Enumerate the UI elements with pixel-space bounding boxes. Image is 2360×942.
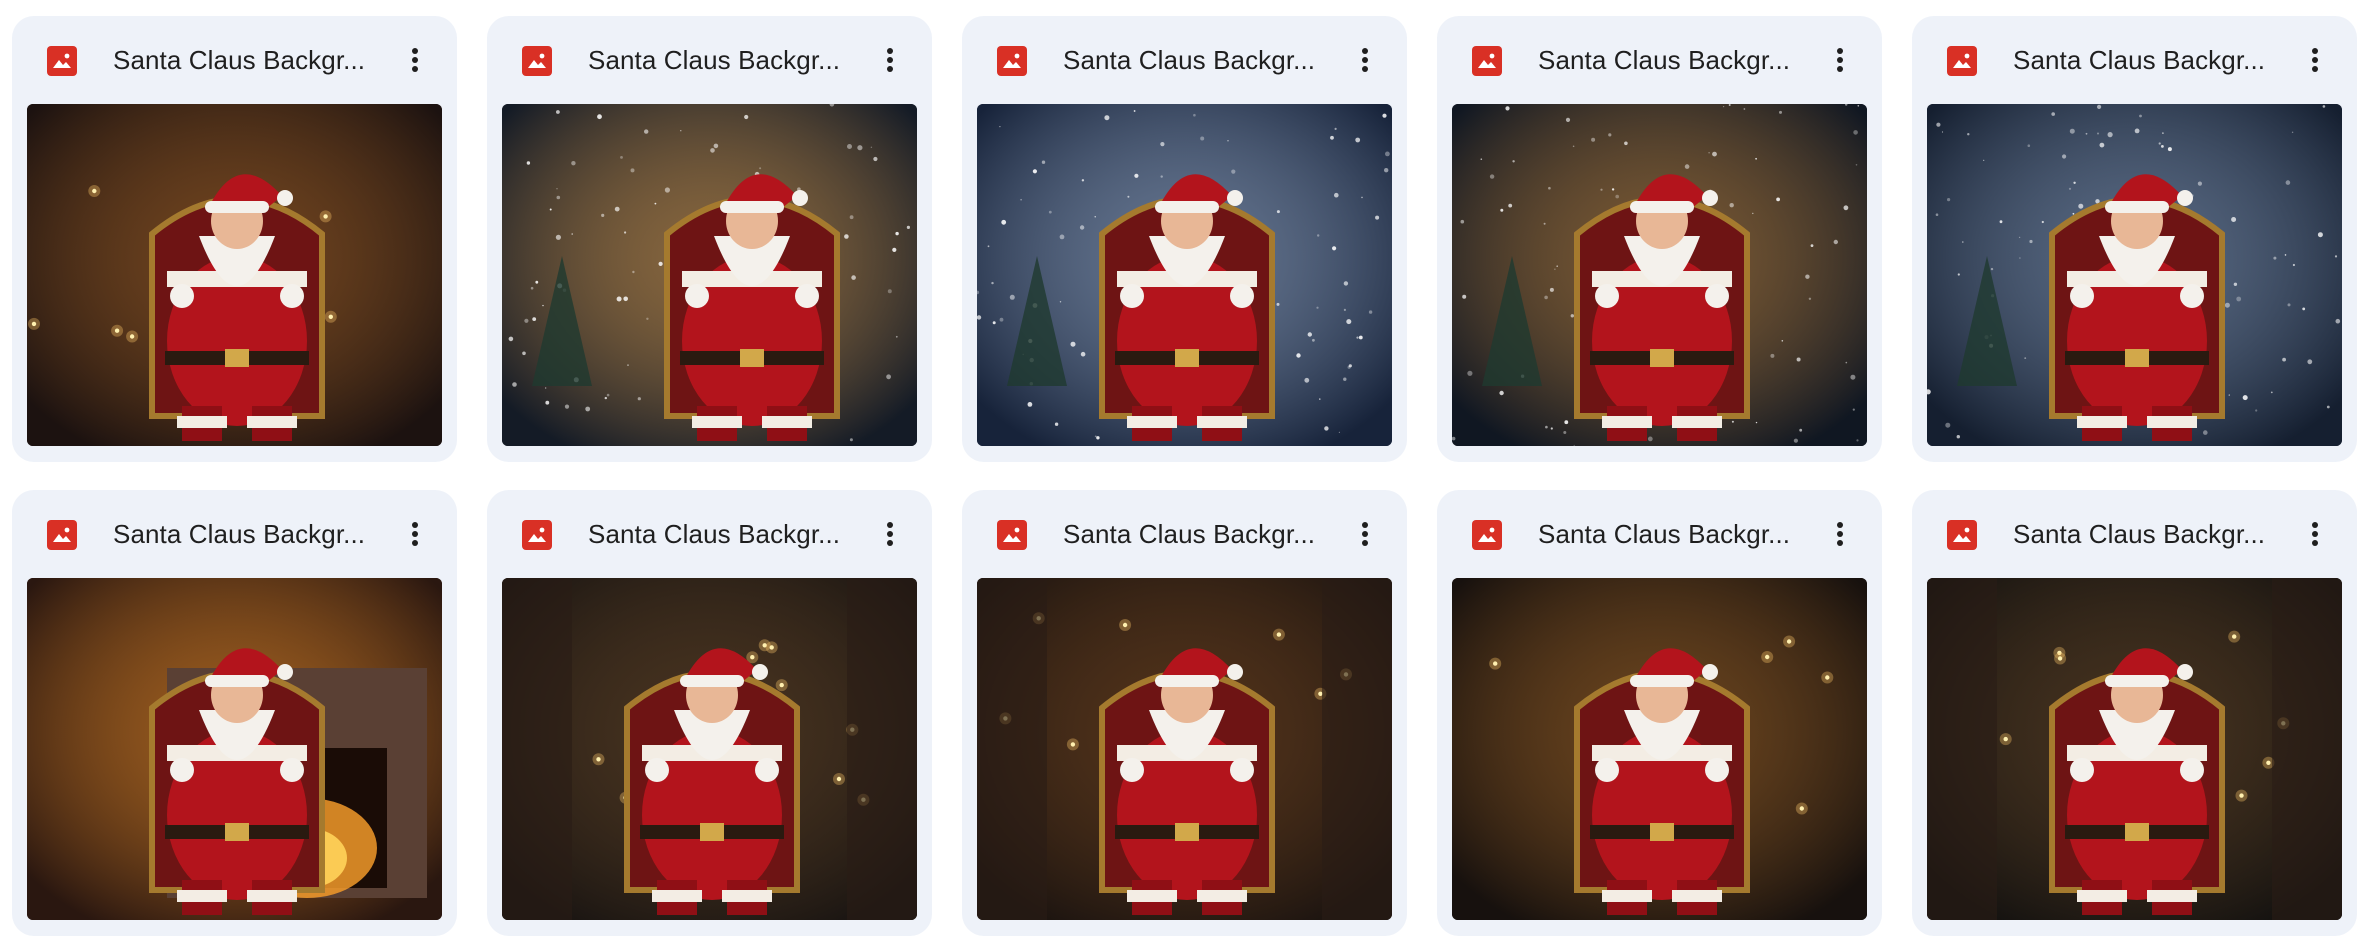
file-grid: Santa Claus Backgr... Santa Claus Backgr… [12, 16, 2357, 936]
file-name[interactable]: Santa Claus Backgr... [2013, 490, 2283, 578]
file-name[interactable]: Santa Claus Backgr... [588, 490, 858, 578]
file-name[interactable]: Santa Claus Backgr... [1538, 16, 1808, 104]
image-thumbnail[interactable] [1452, 578, 1867, 920]
more-vert-icon[interactable] [868, 512, 912, 556]
more-vert-icon[interactable] [868, 38, 912, 82]
file-card-header: Santa Claus Backgr... [487, 16, 932, 104]
file-name[interactable]: Santa Claus Backgr... [1538, 490, 1808, 578]
image-file-icon [1472, 520, 1502, 550]
image-file-icon [522, 46, 552, 76]
file-card-header: Santa Claus Backgr... [962, 490, 1407, 578]
file-card[interactable]: Santa Claus Backgr... [487, 16, 932, 462]
image-thumbnail[interactable] [1927, 578, 2342, 920]
image-file-icon [1947, 520, 1977, 550]
more-vert-icon[interactable] [1343, 38, 1387, 82]
file-card[interactable]: Santa Claus Backgr... [1912, 490, 2357, 936]
image-thumbnail[interactable] [1927, 104, 2342, 446]
more-vert-icon[interactable] [1818, 38, 1862, 82]
file-card[interactable]: Santa Claus Backgr... [12, 490, 457, 936]
file-card-header: Santa Claus Backgr... [12, 16, 457, 104]
image-file-icon [1947, 46, 1977, 76]
image-file-icon [47, 46, 77, 76]
file-card[interactable]: Santa Claus Backgr... [962, 490, 1407, 936]
image-thumbnail[interactable] [977, 578, 1392, 920]
file-card[interactable]: Santa Claus Backgr... [1912, 16, 2357, 462]
file-name[interactable]: Santa Claus Backgr... [2013, 16, 2283, 104]
file-card-header: Santa Claus Backgr... [487, 490, 932, 578]
image-thumbnail[interactable] [502, 104, 917, 446]
file-card-header: Santa Claus Backgr... [12, 490, 457, 578]
image-thumbnail[interactable] [27, 104, 442, 446]
more-vert-icon[interactable] [2293, 38, 2337, 82]
image-thumbnail[interactable] [977, 104, 1392, 446]
file-card[interactable]: Santa Claus Backgr... [12, 16, 457, 462]
image-file-icon [997, 46, 1027, 76]
file-name[interactable]: Santa Claus Backgr... [1063, 490, 1333, 578]
file-card-header: Santa Claus Backgr... [1437, 16, 1882, 104]
file-card-header: Santa Claus Backgr... [962, 16, 1407, 104]
file-card-header: Santa Claus Backgr... [1912, 490, 2357, 578]
image-thumbnail[interactable] [502, 578, 917, 920]
file-card[interactable]: Santa Claus Backgr... [962, 16, 1407, 462]
file-card-header: Santa Claus Backgr... [1437, 490, 1882, 578]
file-name[interactable]: Santa Claus Backgr... [588, 16, 858, 104]
image-file-icon [522, 520, 552, 550]
more-vert-icon[interactable] [2293, 512, 2337, 556]
image-file-icon [997, 520, 1027, 550]
image-thumbnail[interactable] [27, 578, 442, 920]
more-vert-icon[interactable] [1343, 512, 1387, 556]
more-vert-icon[interactable] [1818, 512, 1862, 556]
file-name[interactable]: Santa Claus Backgr... [113, 490, 383, 578]
image-file-icon [47, 520, 77, 550]
file-name[interactable]: Santa Claus Backgr... [1063, 16, 1333, 104]
file-card-header: Santa Claus Backgr... [1912, 16, 2357, 104]
more-vert-icon[interactable] [393, 512, 437, 556]
more-vert-icon[interactable] [393, 38, 437, 82]
image-file-icon [1472, 46, 1502, 76]
file-card[interactable]: Santa Claus Backgr... [487, 490, 932, 936]
file-name[interactable]: Santa Claus Backgr... [113, 16, 383, 104]
image-thumbnail[interactable] [1452, 104, 1867, 446]
file-card[interactable]: Santa Claus Backgr... [1437, 16, 1882, 462]
file-card[interactable]: Santa Claus Backgr... [1437, 490, 1882, 936]
